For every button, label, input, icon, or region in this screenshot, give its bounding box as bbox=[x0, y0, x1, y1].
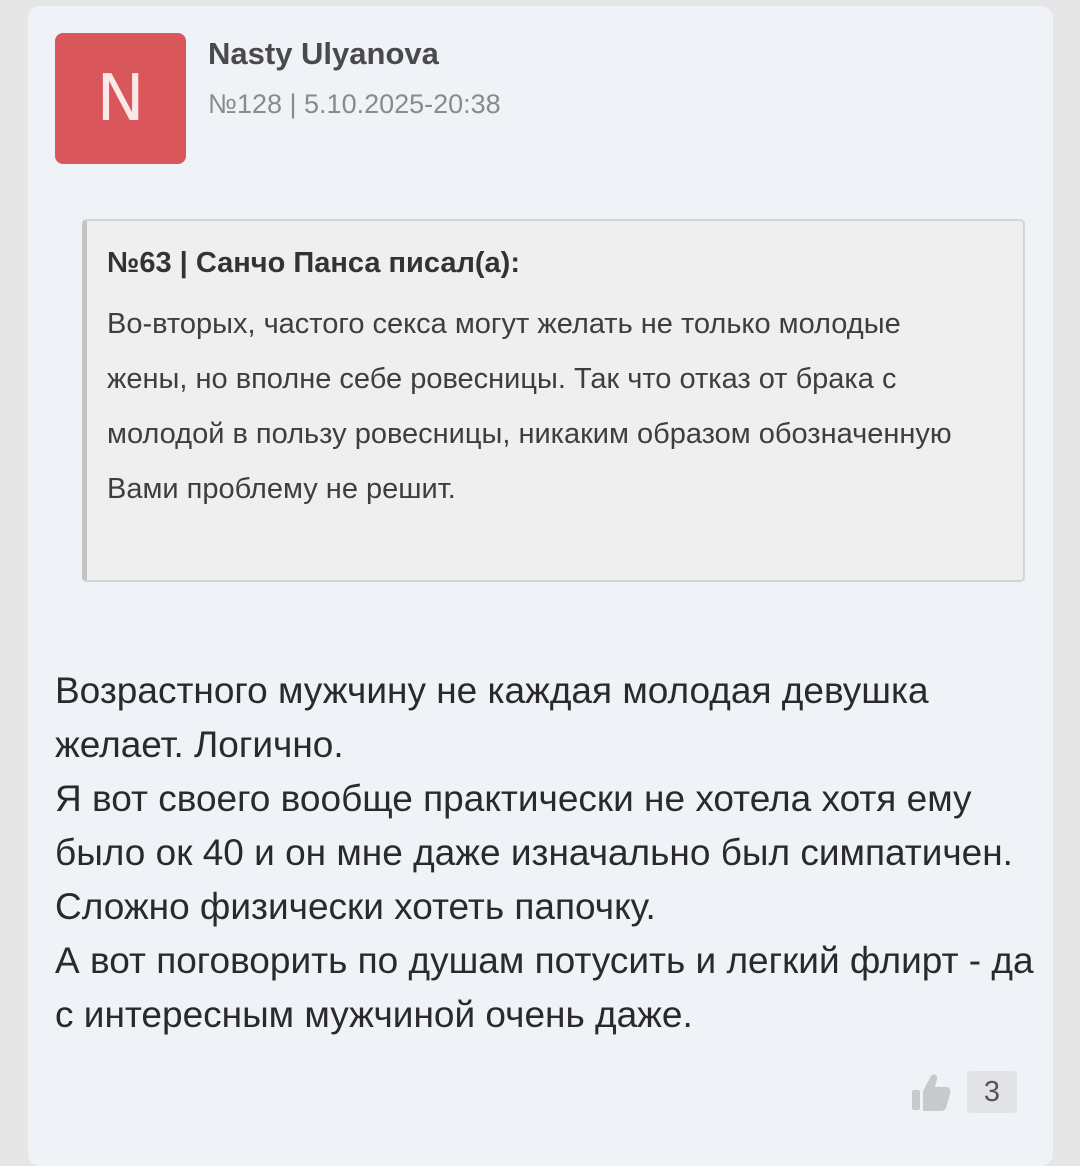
author-name[interactable]: Nasty Ulyanova bbox=[208, 36, 439, 72]
quote-block: №63 | Санчо Панса писал(а): Во-вторых, ч… bbox=[82, 219, 1025, 582]
post-body: Возрастного мужчину не каждая молодая де… bbox=[55, 664, 1035, 1042]
quote-header[interactable]: №63 | Санчо Панса писал(а): bbox=[107, 243, 1003, 283]
post-card: N Nasty Ulyanova №128 | 5.10.2025-20:38 … bbox=[28, 6, 1053, 1166]
like-count: 3 bbox=[967, 1071, 1017, 1113]
thumbs-up-icon[interactable] bbox=[909, 1070, 953, 1114]
post-meta: №128 | 5.10.2025-20:38 bbox=[208, 89, 501, 119]
post-body-line: Я вот своего вообще практически не хотел… bbox=[55, 778, 1013, 927]
quote-text: Во-вторых, частого секса могут желать не… bbox=[107, 308, 952, 505]
avatar-letter: N bbox=[96, 61, 145, 136]
avatar[interactable]: N bbox=[55, 33, 186, 164]
post-body-line: А вот поговорить по душам потусить и лег… bbox=[55, 940, 1034, 1035]
post-body-line: Возрастного мужчину не каждая молодая де… bbox=[55, 670, 929, 765]
like-area: 3 bbox=[909, 1070, 1017, 1114]
